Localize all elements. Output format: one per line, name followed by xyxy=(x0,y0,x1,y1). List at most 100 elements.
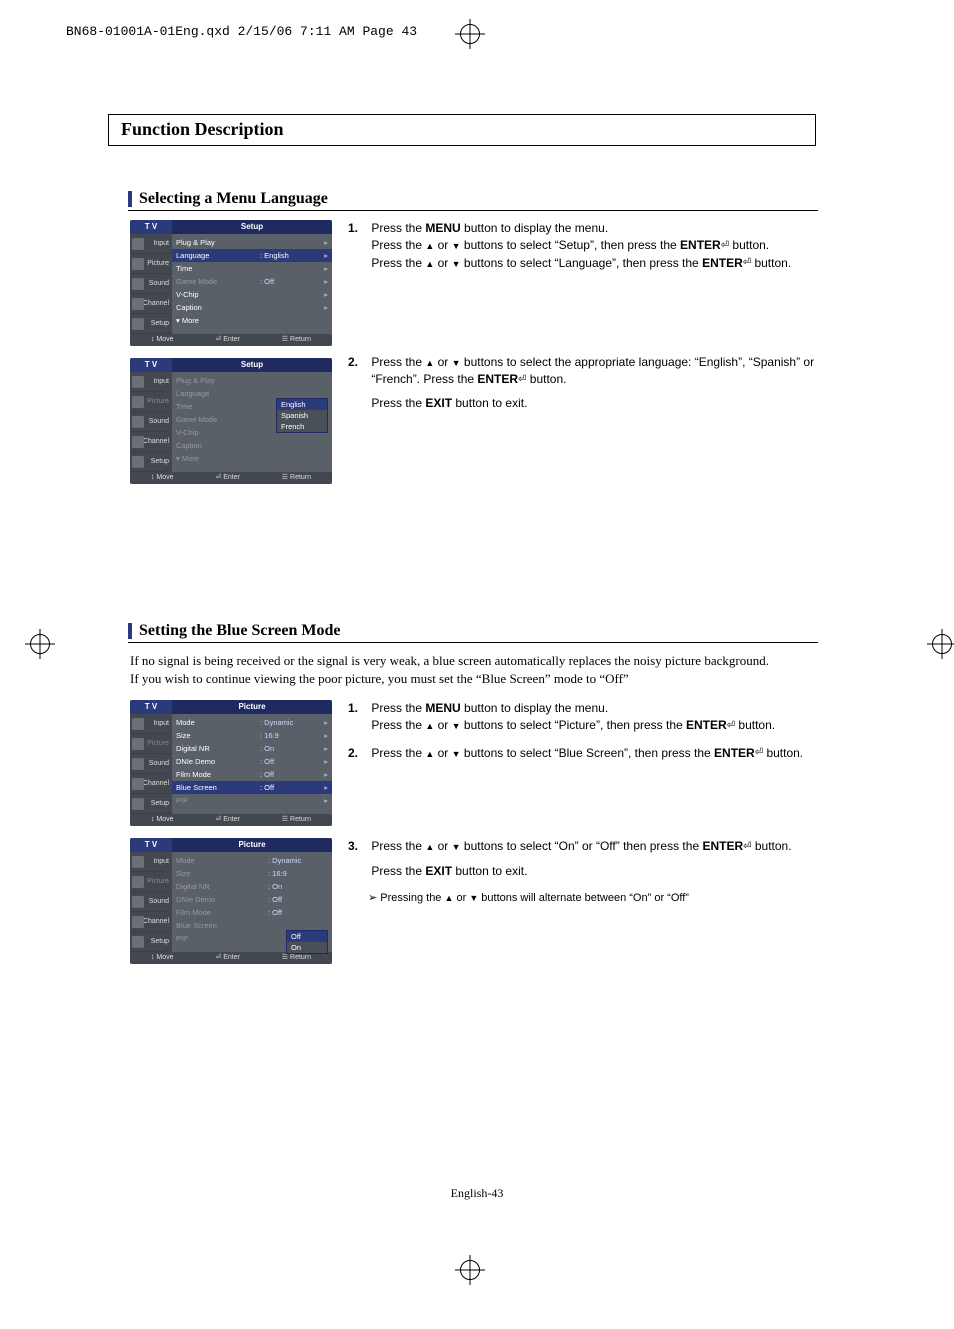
osd-item: Plug & Play▸ xyxy=(172,236,332,249)
registration-mark-icon xyxy=(932,634,952,654)
osd-tab-input: Input xyxy=(130,234,172,254)
osd-option: French xyxy=(277,421,327,432)
sound-icon xyxy=(132,278,144,290)
channel-icon xyxy=(132,916,144,928)
osd-tab-picture: Picture xyxy=(130,392,172,412)
channel-icon xyxy=(132,436,144,448)
picture-icon xyxy=(132,396,144,408)
enter-icon: ⏎ xyxy=(743,840,751,855)
heading-bar-icon xyxy=(128,191,132,207)
step-number: 2. xyxy=(348,354,368,371)
osd-hint-enter: ⏎ Enter xyxy=(215,952,240,964)
osd-item: Mode: Dynamic▸ xyxy=(172,716,332,729)
note-arrow-icon: ➢ xyxy=(368,892,377,904)
step-number: 1. xyxy=(348,220,368,237)
osd-item: Size: 16:9 xyxy=(172,867,332,880)
picture-icon xyxy=(132,738,144,750)
osd-title: Picture xyxy=(172,700,332,714)
section-heading: Selecting a Menu Language xyxy=(128,190,818,211)
input-icon xyxy=(132,718,144,730)
down-arrow-icon: ▼ xyxy=(452,358,461,368)
up-arrow-icon: ▲ xyxy=(425,358,434,368)
osd-tab-setup: Setup xyxy=(130,932,172,952)
osd-hint-return: ☰ Return xyxy=(282,334,311,346)
osd-item: Digital NR: On xyxy=(172,880,332,893)
osd-tab-setup: Setup xyxy=(130,314,172,334)
osd-tab-setup: Setup xyxy=(130,452,172,472)
osd-item: ▾ More xyxy=(172,452,332,465)
osd-hint-move: ↕ Move xyxy=(151,814,174,826)
registration-mark-icon xyxy=(460,1260,480,1280)
osd-item: V-Chip▸ xyxy=(172,288,332,301)
setup-icon xyxy=(132,318,144,330)
channel-icon xyxy=(132,778,144,790)
down-arrow-icon: ▼ xyxy=(469,893,478,903)
osd-tab-input: Input xyxy=(130,714,172,734)
input-icon xyxy=(132,376,144,388)
osd-category: T V xyxy=(130,220,172,234)
channel-icon xyxy=(132,298,144,310)
osd-language-submenu: T V Setup Input Picture Sound Channel Se… xyxy=(130,358,332,484)
osd-hint-move: ↕ Move xyxy=(151,334,174,346)
osd-title: Picture xyxy=(172,838,332,852)
osd-submenu-box: English Spanish French xyxy=(276,398,328,433)
heading-bar-icon xyxy=(128,623,132,639)
osd-setup-menu: T V Setup Input Picture Sound Channel Se… xyxy=(130,220,332,346)
osd-hint-enter: ⏎ Enter xyxy=(215,472,240,484)
enter-icon: ⏎ xyxy=(721,239,729,254)
osd-hint-move: ↕ Move xyxy=(151,472,174,484)
chapter-title: Function Description xyxy=(121,119,284,140)
up-arrow-icon: ▲ xyxy=(425,259,434,269)
osd-tab-picture: Picture xyxy=(130,872,172,892)
step-number: 3. xyxy=(348,838,368,855)
step-number: 1. xyxy=(348,700,368,717)
osd-item: Caption▸ xyxy=(172,301,332,314)
osd-tab-channel: Channel xyxy=(130,294,172,314)
registration-mark-icon xyxy=(460,24,480,44)
down-arrow-icon: ▼ xyxy=(452,842,461,852)
osd-category: T V xyxy=(130,700,172,714)
instruction-step: 1. Press the MENU button to display the … xyxy=(348,700,828,762)
chapter-title-box: Function Description xyxy=(108,114,816,146)
osd-item: DNIe Demo: Off▸ xyxy=(172,755,332,768)
osd-item: PIP▸ xyxy=(172,794,332,807)
osd-option-selected: English xyxy=(277,399,327,410)
osd-item: Mode: Dynamic xyxy=(172,854,332,867)
sound-icon xyxy=(132,758,144,770)
osd-submenu-box: Off On xyxy=(286,930,328,954)
osd-bluescreen-submenu: T V Picture Input Picture Sound Channel … xyxy=(130,838,332,964)
osd-tab-channel: Channel xyxy=(130,774,172,794)
section-heading-text: Setting the Blue Screen Mode xyxy=(139,622,340,639)
sound-icon xyxy=(132,896,144,908)
osd-item: Film Mode: Off xyxy=(172,906,332,919)
enter-icon: ⏎ xyxy=(743,256,751,271)
osd-item: Film Mode: Off▸ xyxy=(172,768,332,781)
osd-item-selected: Blue Screen: Off▸ xyxy=(172,781,332,794)
osd-item-disabled: Game Mode: Off▸ xyxy=(172,275,332,288)
input-icon xyxy=(132,238,144,250)
osd-tab-setup: Setup xyxy=(130,794,172,814)
section-heading-text: Selecting a Menu Language xyxy=(139,190,328,207)
osd-hint-return: ☰ Return xyxy=(282,814,311,826)
picture-icon xyxy=(132,258,144,270)
setup-icon xyxy=(132,798,144,810)
osd-item: Time▸ xyxy=(172,262,332,275)
osd-item: ▾ More xyxy=(172,314,332,327)
up-arrow-icon: ▲ xyxy=(425,749,434,759)
osd-item: DNIe Demo: Off xyxy=(172,893,332,906)
up-arrow-icon: ▲ xyxy=(425,842,434,852)
enter-icon: ⏎ xyxy=(727,719,735,734)
osd-tab-input: Input xyxy=(130,372,172,392)
page-number: English-43 xyxy=(0,1186,954,1201)
osd-tab-picture: Picture xyxy=(130,734,172,754)
osd-hint-move: ↕ Move xyxy=(151,952,174,964)
osd-hint-enter: ⏎ Enter xyxy=(215,814,240,826)
osd-item-selected: Language: English▸ xyxy=(172,249,332,262)
osd-tab-picture: Picture xyxy=(130,254,172,274)
osd-tab-sound: Sound xyxy=(130,412,172,432)
osd-category: T V xyxy=(130,838,172,852)
picture-icon xyxy=(132,876,144,888)
osd-tab-input: Input xyxy=(130,852,172,872)
section-heading: Setting the Blue Screen Mode xyxy=(128,622,818,643)
osd-item: Digital NR: On▸ xyxy=(172,742,332,755)
